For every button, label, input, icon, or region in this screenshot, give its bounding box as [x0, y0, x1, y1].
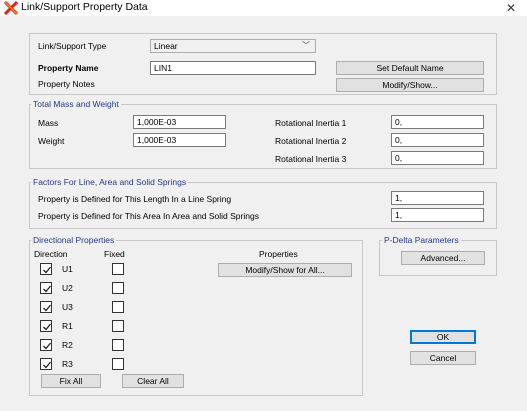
- properties-header: Properties: [259, 249, 298, 259]
- direction-header: Direction: [34, 249, 68, 259]
- weight-label: Weight: [38, 136, 65, 146]
- property-notes-label: Property Notes: [38, 79, 95, 89]
- direction-checkbox-u2[interactable]: [40, 282, 52, 294]
- check-icon: [43, 323, 52, 331]
- line-spring-length-label: Property is Defined for This Length In a…: [38, 194, 232, 204]
- fixed-checkbox-u2[interactable]: [112, 282, 124, 294]
- dof-label: U1: [62, 264, 73, 274]
- title-bar: Link/Support Property Data ✕: [0, 0, 527, 16]
- fixed-checkbox-r1[interactable]: [112, 320, 124, 332]
- rotational-inertia-2-field[interactable]: 0,: [391, 133, 484, 147]
- dof-label: U2: [62, 283, 73, 293]
- dof-label: R2: [62, 340, 73, 350]
- link-type-value: Linear: [154, 41, 178, 51]
- ok-button[interactable]: OK: [410, 330, 476, 344]
- p-delta-title: P-Delta Parameters: [382, 235, 461, 245]
- direction-checkbox-r3[interactable]: [40, 358, 52, 370]
- rotational-inertia-2-label: Rotational Inertia 2: [275, 136, 347, 146]
- close-icon[interactable]: ✕: [506, 2, 516, 14]
- direction-checkbox-r1[interactable]: [40, 320, 52, 332]
- direction-checkbox-r2[interactable]: [40, 339, 52, 351]
- check-icon: [43, 361, 52, 369]
- fixed-checkbox-r3[interactable]: [112, 358, 124, 370]
- line-spring-length-field[interactable]: 1,: [391, 191, 484, 205]
- factors-title: Factors For Line, Area and Solid Springs: [31, 177, 189, 187]
- property-name-field[interactable]: LIN1: [150, 61, 316, 75]
- window-title: Link/Support Property Data: [21, 1, 148, 13]
- rotational-inertia-1-field[interactable]: 0,: [391, 115, 484, 129]
- property-name-label: Property Name: [38, 63, 99, 73]
- app-logo-icon: [4, 1, 18, 15]
- fixed-checkbox-u3[interactable]: [112, 301, 124, 313]
- mass-weight-title: Total Mass and Weight: [31, 99, 121, 109]
- direction-checkbox-u1[interactable]: [40, 263, 52, 275]
- mass-field[interactable]: 1,000E-03: [133, 115, 226, 129]
- dof-label: R3: [62, 359, 73, 369]
- rotational-inertia-3-field[interactable]: 0,: [391, 151, 484, 165]
- rotational-inertia-1-label: Rotational Inertia 1: [275, 118, 347, 128]
- area-solid-spring-label: Property is Defined for This Area In Are…: [38, 211, 259, 221]
- weight-field[interactable]: 1,000E-03: [133, 133, 226, 147]
- clear-all-button[interactable]: Clear All: [122, 374, 184, 388]
- check-icon: [43, 285, 52, 293]
- modify-show-all-button[interactable]: Modify/Show for All...: [218, 263, 352, 277]
- chevron-down-icon[interactable]: ﹀: [302, 40, 310, 52]
- fixed-header: Fixed: [104, 249, 125, 259]
- direction-checkbox-u3[interactable]: [40, 301, 52, 313]
- check-icon: [43, 304, 52, 312]
- advanced-button[interactable]: Advanced...: [401, 251, 485, 265]
- link-type-label: Link/Support Type: [38, 41, 107, 51]
- dof-label: R1: [62, 321, 73, 331]
- fixed-checkbox-u1[interactable]: [112, 263, 124, 275]
- area-solid-spring-field[interactable]: 1,: [391, 208, 484, 222]
- directional-properties-title: Directional Properties: [31, 235, 117, 245]
- cancel-button[interactable]: Cancel: [410, 351, 476, 365]
- fix-all-button[interactable]: Fix All: [41, 374, 101, 388]
- link-type-select[interactable]: Linear ﹀: [150, 39, 316, 53]
- modify-show-notes-button[interactable]: Modify/Show...: [336, 78, 484, 92]
- rotational-inertia-3-label: Rotational Inertia 3: [275, 154, 347, 164]
- mass-label: Mass: [38, 118, 59, 128]
- check-icon: [43, 266, 52, 274]
- set-default-name-button[interactable]: Set Default Name: [336, 61, 484, 75]
- check-icon: [43, 342, 52, 350]
- fixed-checkbox-r2[interactable]: [112, 339, 124, 351]
- dof-label: U3: [62, 302, 73, 312]
